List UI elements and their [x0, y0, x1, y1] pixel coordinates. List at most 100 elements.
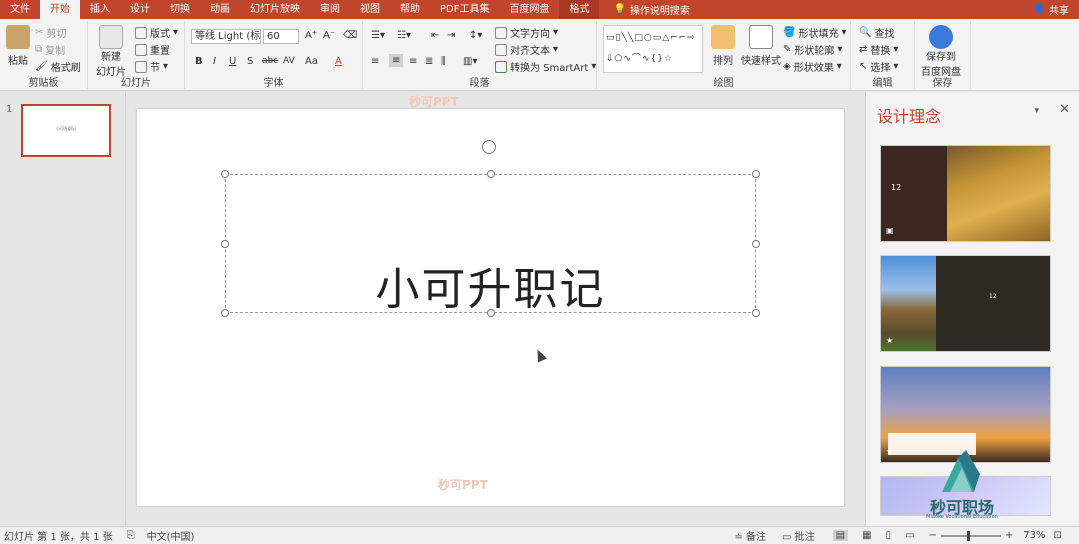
quick-styles-button[interactable]: 快速样式	[741, 25, 781, 67]
shape-elbow-icon[interactable]: ⌐	[670, 32, 678, 45]
numbering-button[interactable]: ☷▾	[397, 30, 411, 41]
find-button[interactable]: 🔍 查找	[859, 25, 894, 40]
increase-font-button[interactable]: A⁺	[305, 30, 317, 41]
shape-arc-icon[interactable]: ⌒	[632, 53, 641, 66]
resize-handle-top-left[interactable]	[221, 170, 229, 178]
shape-line-diag-icon[interactable]: ╲	[628, 32, 633, 45]
decrease-font-button[interactable]: A⁻	[323, 30, 335, 41]
underline-button[interactable]: U	[229, 56, 236, 67]
normal-view-icon[interactable]: ▤	[832, 530, 849, 541]
select-button[interactable]: ↖ 选择 ▾	[859, 59, 898, 74]
clear-format-button[interactable]: ⌫	[343, 30, 357, 41]
shape-fill-button[interactable]: 🪣 形状填充 ▾	[783, 25, 846, 40]
zoom-slider[interactable]	[940, 530, 1001, 541]
shape-wave-icon[interactable]: ∿	[642, 53, 650, 66]
tab-help[interactable]: 帮助	[390, 0, 430, 19]
tab-pdf-tools[interactable]: PDF工具集	[430, 0, 499, 19]
tab-view[interactable]: 视图	[350, 0, 390, 19]
reset-button[interactable]: 重置	[135, 42, 170, 57]
rotate-handle-icon[interactable]	[482, 140, 496, 154]
spellcheck-icon[interactable]: ⎘	[127, 530, 135, 541]
layout-button[interactable]: 版式 ▾	[135, 25, 178, 40]
shape-rect2-icon[interactable]: ▭	[653, 32, 662, 45]
align-center-button[interactable]: ≡	[389, 54, 404, 67]
copy-button[interactable]: ⧉ 复制	[35, 42, 65, 57]
comments-button[interactable]: ▭ 批注	[782, 528, 815, 543]
tab-home[interactable]: 开始	[40, 0, 80, 19]
tab-insert[interactable]: 插入	[80, 0, 120, 19]
fit-slide-icon[interactable]: ⊡	[1054, 530, 1062, 541]
arrange-button[interactable]: 排列	[711, 25, 735, 67]
tab-design[interactable]: 设计	[120, 0, 160, 19]
zoom-level[interactable]: 73%	[1023, 530, 1045, 541]
design-option-2[interactable]: 12 ★	[880, 255, 1051, 352]
tab-format[interactable]: 格式	[559, 0, 600, 19]
replace-button[interactable]: ⇄ 替换 ▾	[859, 42, 898, 57]
tab-transitions[interactable]: 切换	[160, 0, 200, 19]
shape-brace-right-icon[interactable]: }	[657, 53, 663, 66]
increase-indent-button[interactable]: ⇥	[447, 30, 455, 41]
shape-outline-button[interactable]: ✎ 形状轮廓 ▾	[783, 42, 842, 57]
slide-thumbnail[interactable]: 小可升职记	[21, 104, 111, 157]
slide-sorter-icon[interactable]: ▦	[862, 530, 871, 541]
shape-textbox-icon[interactable]: ▭	[606, 32, 615, 45]
slide-canvas[interactable]: 小可升职记 秒可PPT	[137, 109, 844, 506]
shape-elbow2-icon[interactable]: ⌐	[679, 32, 687, 45]
shapes-gallery[interactable]: ▭ ▯ ╲ ╲ □ ○ ▭ △ ⌐ ⌐ ⇨ ⇩ ⬠ ∿ ⌒ ∿{} ☆	[603, 25, 703, 73]
shape-pentagon-icon[interactable]: ⬠	[615, 53, 623, 66]
shape-rect-icon[interactable]: □	[634, 32, 643, 45]
shadow-button[interactable]: S	[247, 56, 253, 67]
strikethrough-button[interactable]: abc	[262, 56, 278, 66]
design-option-1[interactable]: 12 ▣	[880, 145, 1051, 242]
save-to-baidu-button[interactable]: 保存到 百度网盘	[921, 25, 961, 79]
zoom-out-icon[interactable]: −	[929, 530, 937, 541]
line-spacing-button[interactable]: ↕▾	[469, 30, 482, 41]
slide-title[interactable]: 小可升职记	[226, 253, 755, 317]
zoom-in-icon[interactable]: +	[1005, 530, 1013, 541]
format-painter-button[interactable]: 🖌 格式刷	[35, 59, 81, 74]
shape-arrow-down-icon[interactable]: ⇩	[606, 53, 614, 66]
bullets-button[interactable]: ☰▾	[371, 30, 385, 41]
panel-options-chevron-icon[interactable]: ▾	[1034, 106, 1039, 116]
change-case-button[interactable]: Aa	[305, 56, 318, 67]
zoom-slider-thumb[interactable]	[966, 530, 970, 541]
font-color-button[interactable]: A	[335, 56, 342, 67]
shape-arrow-right-icon[interactable]: ⇨	[687, 32, 695, 45]
tab-file[interactable]: 文件	[0, 0, 40, 19]
slideshow-icon[interactable]: ▭	[905, 530, 914, 541]
paste-button[interactable]: 粘贴	[6, 25, 30, 67]
notes-button[interactable]: ≐ 备注	[734, 528, 766, 543]
italic-button[interactable]: I	[213, 56, 216, 67]
shape-curve-icon[interactable]: ∿	[623, 53, 631, 66]
justify-button[interactable]: ≣	[425, 56, 433, 67]
shape-effects-button[interactable]: ◈ 形状效果 ▾	[783, 59, 842, 74]
text-direction-button[interactable]: 文字方向 ▾	[495, 25, 558, 40]
align-text-button[interactable]: 对齐文本 ▾	[495, 42, 558, 57]
tab-baidu-netdisk[interactable]: 百度网盘	[499, 0, 559, 19]
new-slide-button[interactable]: 新建 幻灯片	[96, 25, 126, 79]
cut-button[interactable]: ✂ 剪切	[35, 25, 66, 40]
font-name-select[interactable]: 等线 Light (标	[191, 29, 261, 44]
section-button[interactable]: 节 ▾	[135, 59, 168, 74]
resize-handle-right[interactable]	[752, 240, 760, 248]
resize-handle-top[interactable]	[487, 170, 495, 178]
tab-slideshow[interactable]: 幻灯片放映	[240, 0, 310, 19]
shape-vertical-textbox-icon[interactable]: ▯	[616, 32, 621, 45]
resize-handle-top-right[interactable]	[752, 170, 760, 178]
shape-triangle-icon[interactable]: △	[662, 32, 669, 45]
bold-button[interactable]: B	[195, 56, 203, 67]
char-spacing-button[interactable]: AV	[283, 56, 295, 66]
decrease-indent-button[interactable]: ⇤	[431, 30, 439, 41]
language-status[interactable]: 中文(中国)	[147, 528, 195, 543]
convert-smartart-button[interactable]: 转换为 SmartArt ▾	[495, 59, 596, 74]
resize-handle-left[interactable]	[221, 240, 229, 248]
tab-review[interactable]: 审阅	[310, 0, 350, 19]
shape-brace-left-icon[interactable]: {	[650, 53, 656, 66]
reading-view-icon[interactable]: ▯	[886, 530, 892, 541]
close-icon[interactable]: ✕	[1059, 102, 1070, 117]
font-size-select[interactable]: 60	[263, 29, 299, 44]
align-right-button[interactable]: ≡	[409, 56, 417, 67]
shape-star-icon[interactable]: ☆	[664, 53, 672, 66]
tell-me-search[interactable]: 💡 操作说明搜索	[599, 2, 689, 17]
title-textbox[interactable]: 小可升职记	[221, 170, 760, 317]
